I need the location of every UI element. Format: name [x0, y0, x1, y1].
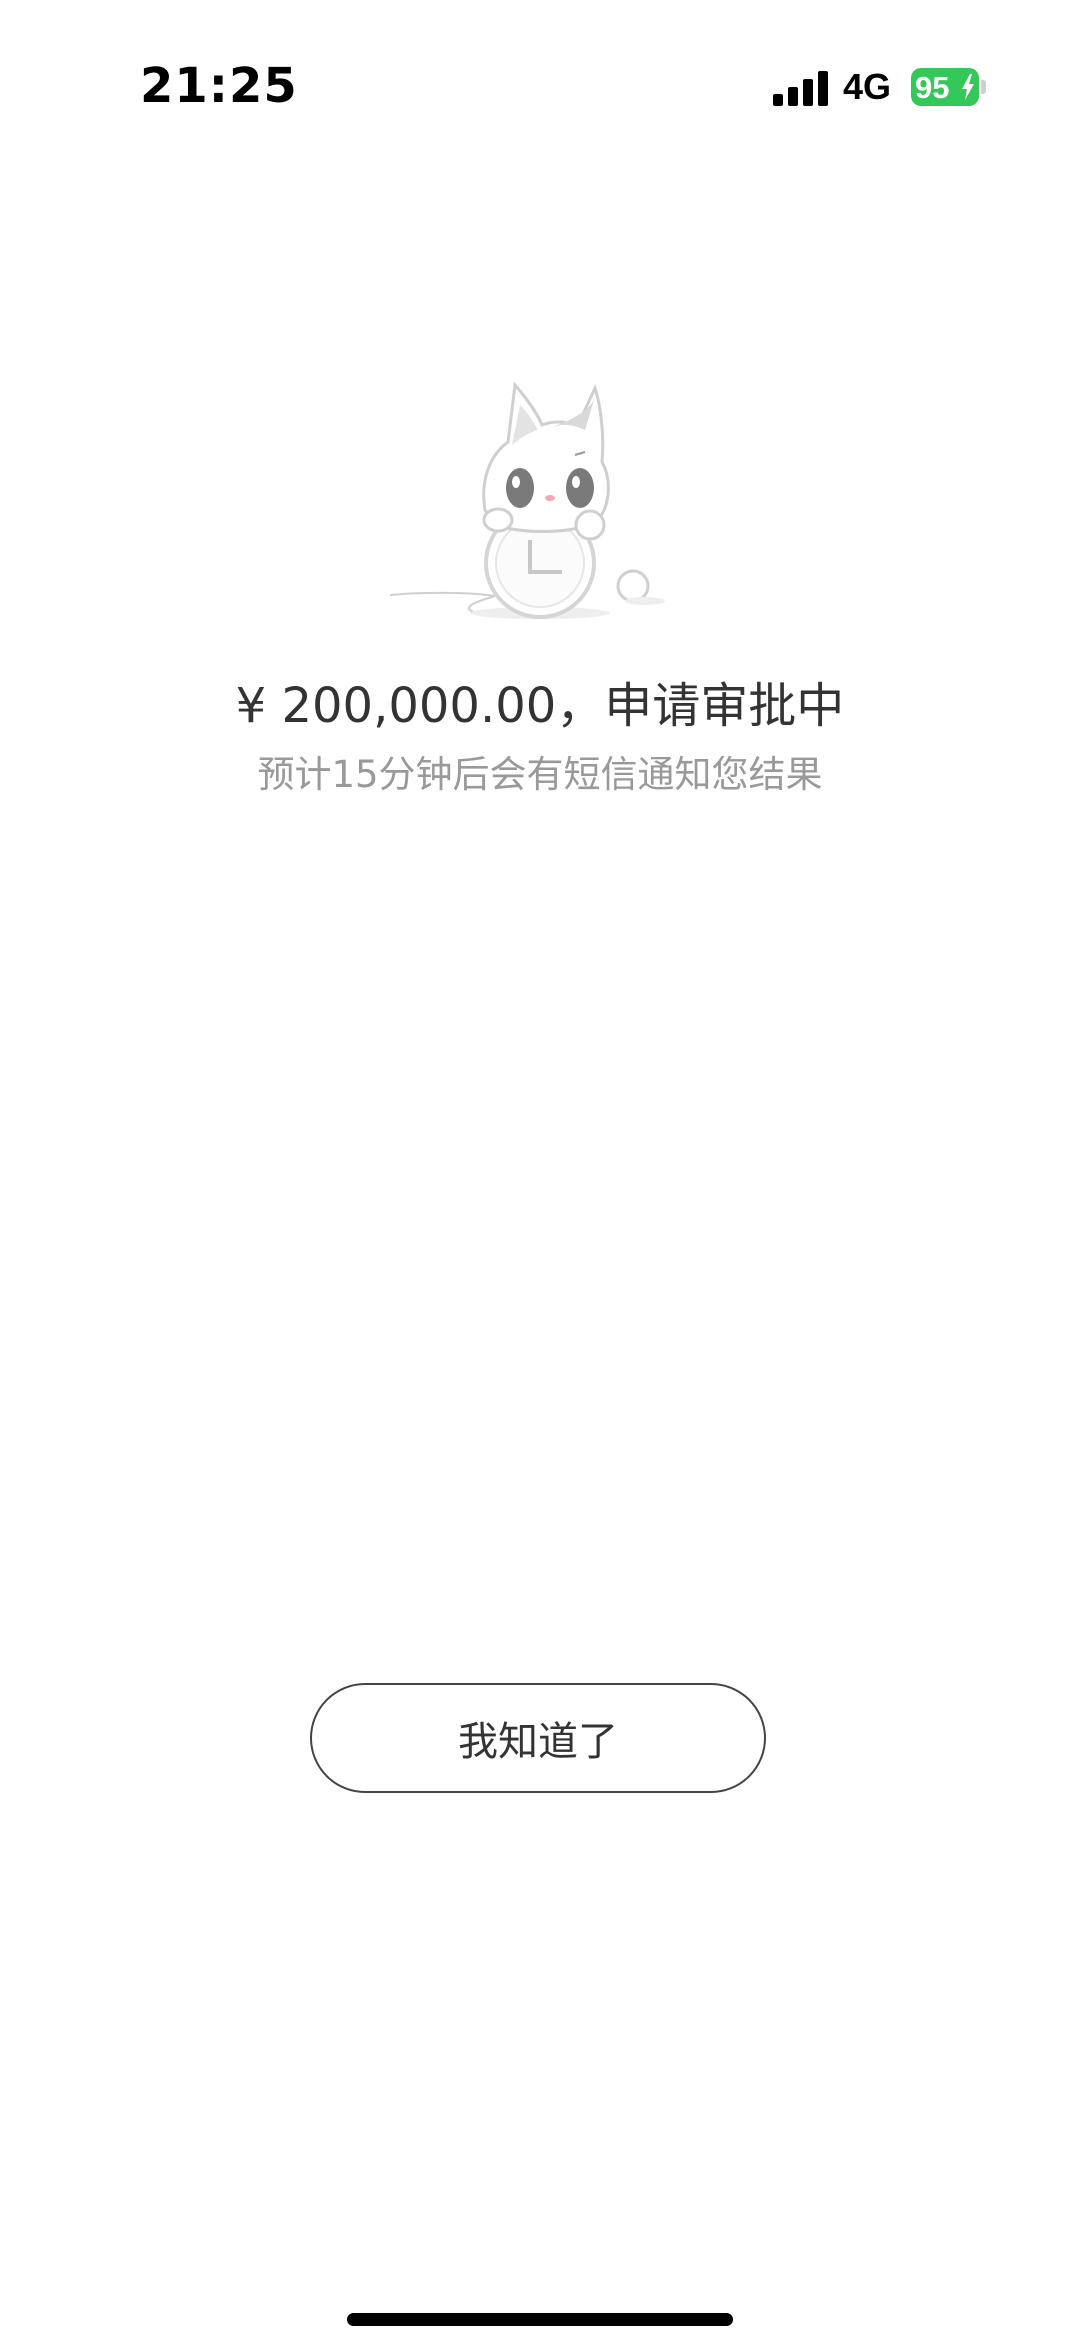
acknowledge-button[interactable]: 我知道了 [310, 1683, 766, 1793]
cat-with-clock-icon [389, 381, 665, 619]
home-indicator[interactable] [347, 2313, 733, 2326]
battery-tip [981, 80, 986, 94]
status-time: 21:25 [140, 58, 298, 114]
battery-level: 95 [915, 70, 950, 105]
status-bar: 21:25 4G 95 [0, 0, 1080, 180]
network-type: 4G [843, 66, 892, 107]
sms-notice-text: 预计15分钟后会有短信通知您结果 [257, 753, 823, 796]
approval-pending-screen: 21:25 4G 95 ¥ 200,000.00，申请审批中 预计15分钟后会有… [0, 0, 1080, 2348]
charging-bolt-icon [962, 74, 974, 100]
signal-strength-icon [773, 70, 829, 106]
approval-status-title: ¥ 200,000.00，申请审批中 [235, 678, 845, 734]
battery-icon: 95 [911, 68, 979, 106]
